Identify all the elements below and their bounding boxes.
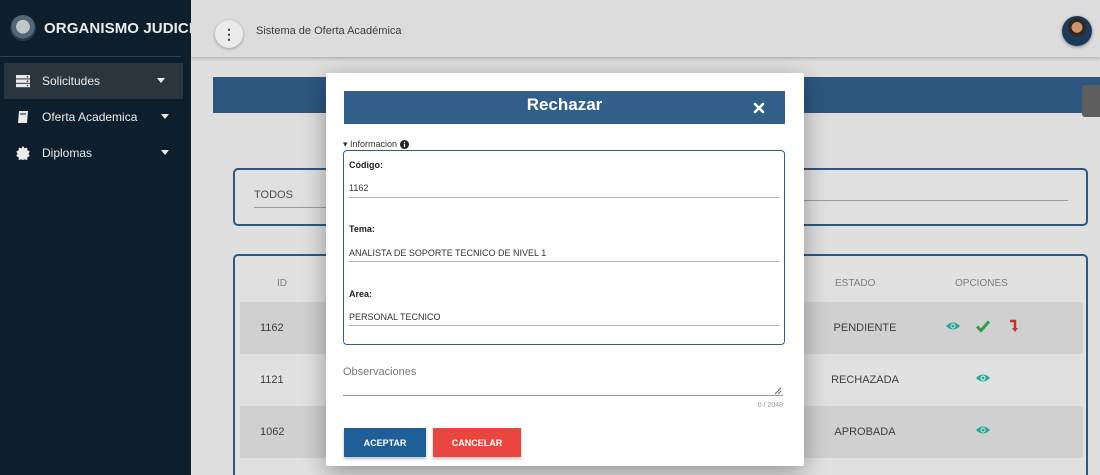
info-section-toggle[interactable]: ▾ Informacion bbox=[343, 139, 410, 150]
close-icon[interactable] bbox=[753, 102, 765, 114]
tema-field: ANALISTA DE SOPORTE TECNICO DE NIVEL 1 bbox=[349, 248, 547, 258]
observaciones-label: Observaciones bbox=[343, 366, 417, 378]
cancel-button[interactable]: CANCELAR bbox=[433, 428, 521, 457]
section-legend-label: ▾ Informacion bbox=[343, 139, 398, 149]
area-field: PERSONAL TECNICO bbox=[349, 312, 441, 322]
codigo-field: 1162 bbox=[349, 183, 369, 193]
tema-label: Tema: bbox=[349, 224, 375, 234]
field-underline bbox=[349, 197, 779, 198]
field-underline bbox=[349, 261, 779, 262]
area-label: Area: bbox=[349, 289, 373, 299]
field-underline bbox=[349, 325, 779, 326]
accept-button[interactable]: ACEPTAR bbox=[344, 428, 426, 457]
codigo-label: Código: bbox=[349, 160, 383, 170]
info-fieldset: Código: 1162 Tema: ANALISTA DE SOPORTE T… bbox=[343, 150, 785, 345]
dialog-header: Rechazar bbox=[344, 91, 785, 124]
dialog-title: Rechazar bbox=[526, 95, 603, 114]
info-icon bbox=[400, 140, 410, 149]
char-counter: 0 / 2048 bbox=[757, 402, 783, 409]
observaciones-textarea[interactable] bbox=[343, 395, 783, 396]
reject-dialog: Rechazar ▾ Informacion Código: 1162 Tema… bbox=[326, 73, 804, 466]
resize-grip-icon[interactable] bbox=[774, 387, 782, 395]
